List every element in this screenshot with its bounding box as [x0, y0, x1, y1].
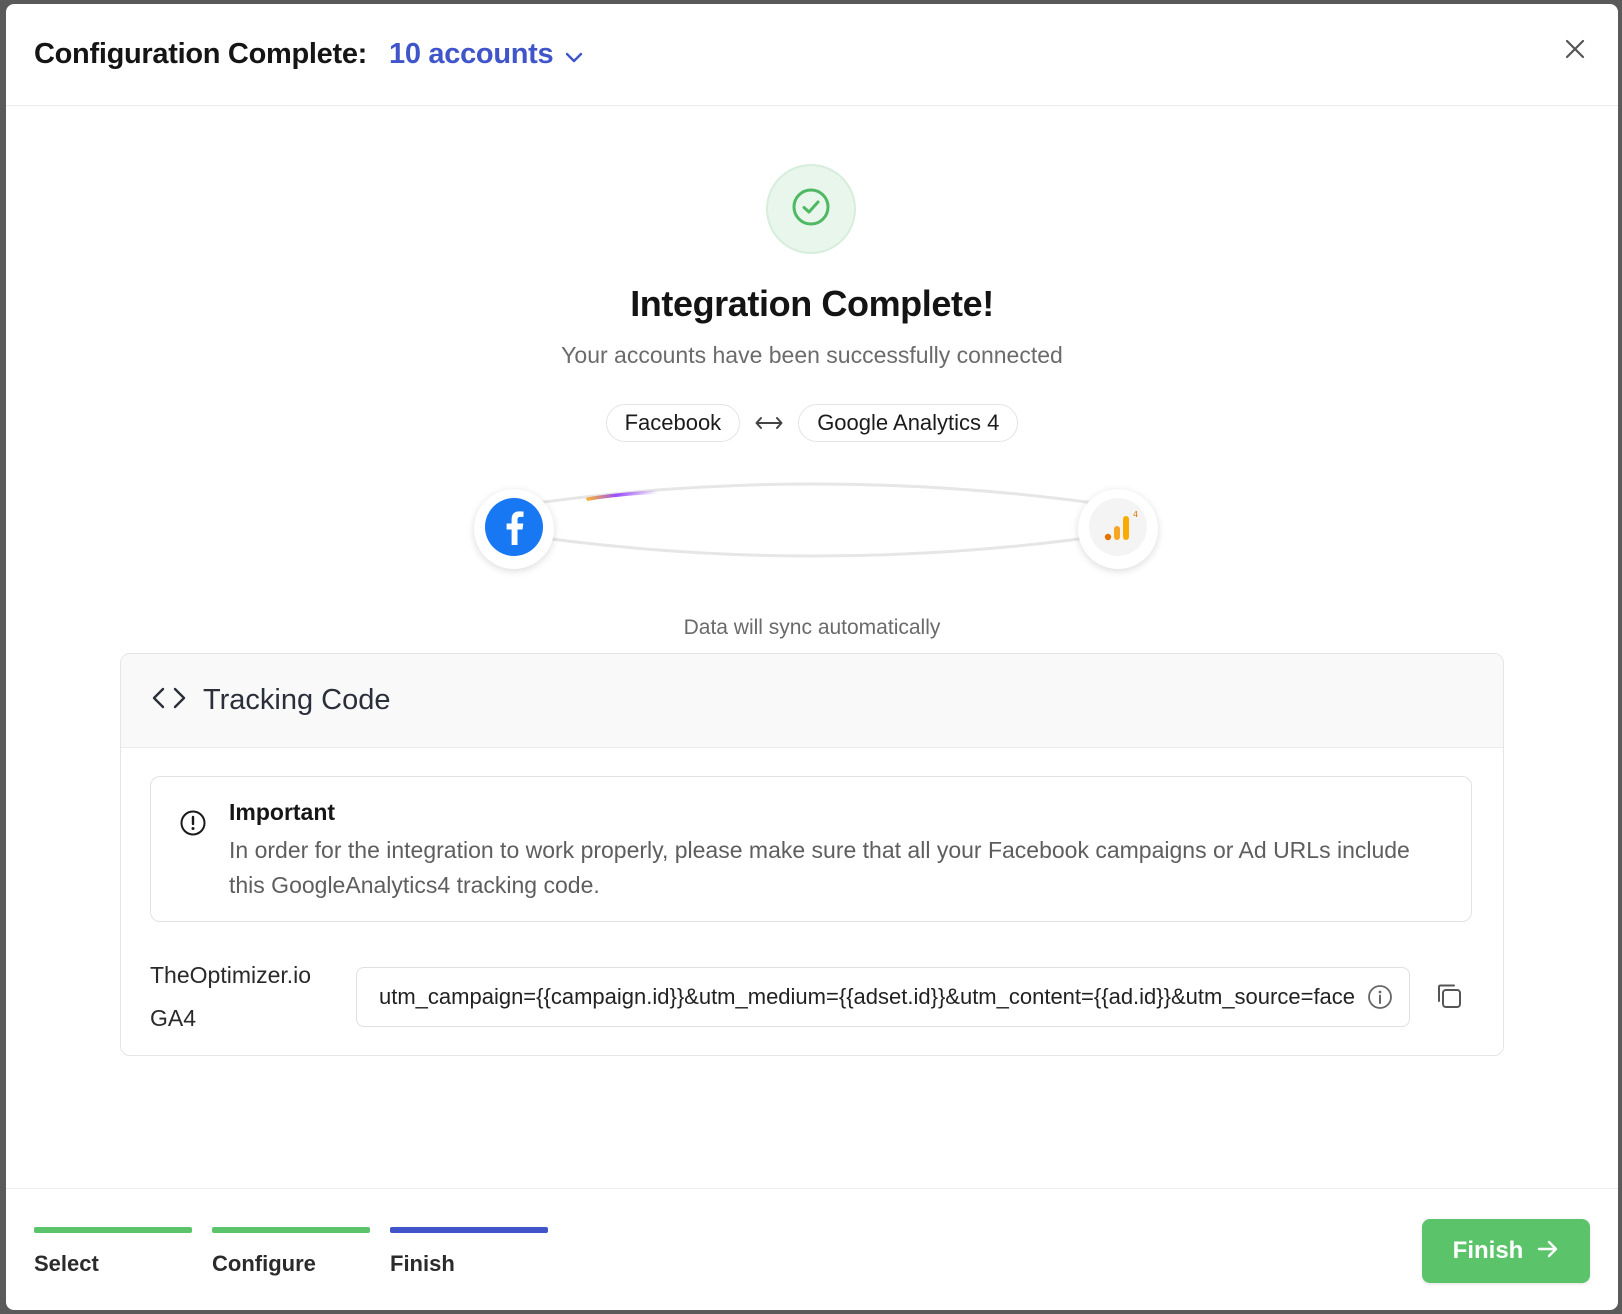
source-pill: Facebook — [605, 404, 741, 442]
tracking-card-header: Tracking Code — [121, 654, 1503, 748]
google-analytics-logo-icon: 4 — [1089, 497, 1147, 561]
status-title: Integration Complete! — [630, 283, 994, 324]
svg-text:4: 4 — [1133, 510, 1138, 519]
sync-note: Data will sync automatically — [683, 616, 941, 639]
important-alert: Important In order for the integration t… — [150, 776, 1472, 922]
finish-button[interactable]: Finish — [1422, 1219, 1590, 1283]
check-circle-icon — [790, 186, 832, 233]
modal-header: Configuration Complete: 10 accounts — [6, 4, 1618, 106]
bidirectional-arrow-icon — [754, 413, 784, 433]
lower-flow-line — [507, 531, 1123, 558]
info-icon[interactable] — [1365, 982, 1395, 1012]
connection-pills: Facebook Google Analytics 4 — [6, 404, 1618, 442]
success-badge — [766, 164, 856, 254]
arrow-right-icon — [1537, 1237, 1559, 1265]
modal-body: Integration Complete! Your accounts have… — [6, 107, 1618, 1188]
modal-footer: Select Configure Finish Finish — [6, 1188, 1618, 1310]
alert-text: In order for the integration to work pro… — [229, 837, 1410, 898]
step-label: Select — [34, 1251, 99, 1276]
step-label: Configure — [212, 1251, 316, 1276]
destination-pill: Google Analytics 4 — [798, 404, 1019, 442]
tracking-code-input[interactable] — [379, 984, 1355, 1010]
close-icon — [1564, 38, 1586, 65]
step-label: Finish — [390, 1251, 455, 1276]
alert-circle-icon — [179, 809, 207, 842]
step-configure: Configure — [212, 1227, 370, 1277]
copy-icon — [1434, 981, 1464, 1016]
modal-title: Configuration Complete: — [34, 38, 368, 70]
chevron-down-icon — [565, 38, 583, 71]
tracking-code-field[interactable] — [356, 967, 1410, 1027]
tracking-code-card: Tracking Code Important In order for the… — [120, 653, 1504, 1056]
ga4-node: 4 — [1078, 489, 1158, 569]
tool-subname: GA4 — [150, 1005, 197, 1031]
close-button[interactable] — [1560, 36, 1590, 66]
copy-button[interactable] — [1431, 980, 1467, 1016]
finish-label: Finish — [1452, 1237, 1524, 1264]
code-icon — [151, 685, 187, 716]
status-subtitle: Your accounts have been successfully con… — [561, 342, 1063, 368]
accounts-label: 10 accounts — [389, 38, 554, 70]
tracking-card-title: Tracking Code — [203, 684, 391, 716]
tracking-tool-label: TheOptimizer.io GA4 — [150, 954, 340, 1040]
step-progress-bar — [212, 1227, 370, 1233]
tool-name: TheOptimizer.io — [150, 962, 312, 988]
step-progress-bar — [34, 1227, 192, 1233]
accounts-dropdown[interactable]: 10 accounts — [389, 38, 583, 71]
facebook-logo-icon — [485, 497, 543, 561]
step-progress-bar — [390, 1227, 548, 1233]
alert-title: Important — [229, 799, 336, 825]
integration-modal: Configuration Complete: 10 accounts Inte… — [6, 4, 1618, 1310]
step-select: Select — [34, 1227, 192, 1277]
step-finish: Finish — [390, 1227, 548, 1277]
facebook-node — [474, 489, 554, 569]
connection-lines — [507, 482, 1123, 558]
